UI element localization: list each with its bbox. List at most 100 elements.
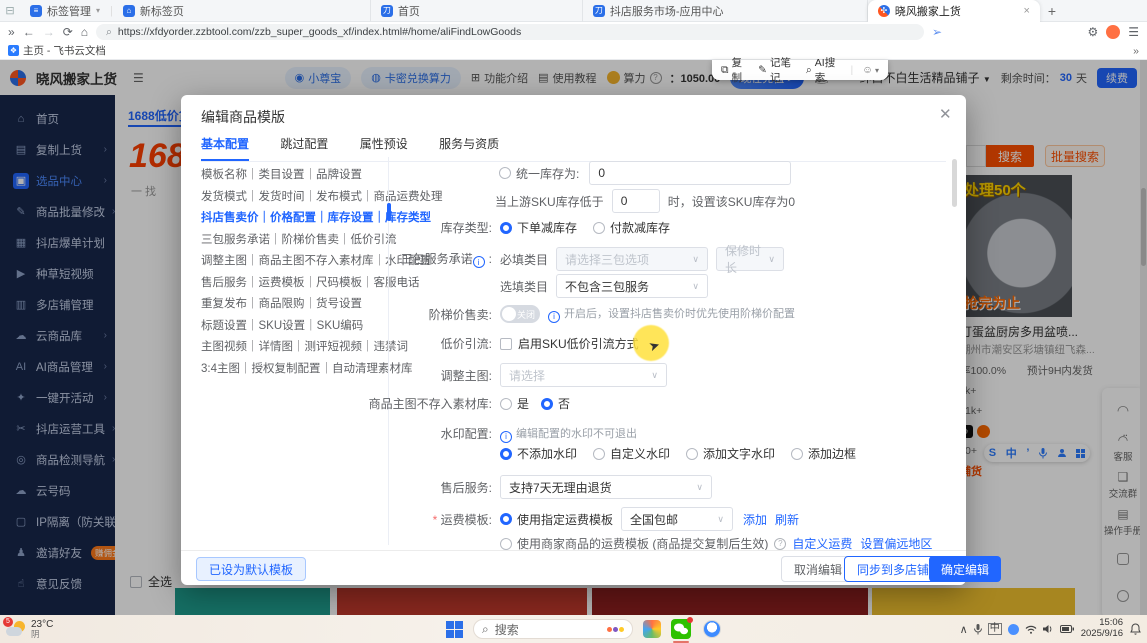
freight-merchant-radio[interactable] [500,538,512,550]
search-icon: ⌕ [482,622,489,637]
tray-sogou-icon[interactable] [1008,624,1019,635]
tab-close-icon[interactable]: × [1023,5,1029,17]
watermark-radio[interactable] [500,448,512,460]
add-freight-link[interactable]: 添加 [743,511,767,528]
modal-tab[interactable]: 跳过配置 [280,135,328,159]
tab-xiaofeng-active[interactable]: ✣ 晓风搬家上货 × [868,0,1040,22]
modal-menu-item[interactable]: 抖店售卖价｜价格配置｜库存设置｜库存类型 [201,208,383,230]
taskbar-weather[interactable]: 5 23°C 阴 [6,620,446,639]
watermark-option[interactable]: 不添加水印 [500,445,577,462]
search-icon: ⌕ [806,64,812,77]
modal-tab[interactable]: 属性预设 [360,135,408,159]
freight-row: * 运费模板: 使用指定运费模板 全国包邮∨ 添加 刷新 [393,507,799,531]
ladder-price-row: 阶梯价售卖: 关闭 i开启后，设置抖店售卖价时优先使用阶梯价配置 [393,305,795,323]
window-icon[interactable]: ⊟ [0,4,20,17]
new-tab-button[interactable]: + [1048,3,1056,19]
pencil-icon: ✎ [758,64,767,76]
modal-menu-item[interactable]: 模板名称｜类目设置｜品牌设置 [201,165,383,187]
wechat-taskbar-icon[interactable] [671,619,691,639]
bookmark-item[interactable]: ❖ 主页 - 飞书云文档 [8,43,123,58]
send-to-phone-icon[interactable]: ➢ [932,25,942,39]
start-button[interactable] [446,621,463,638]
tray-ime-icon[interactable]: 中 [988,623,1002,635]
freight-template-select[interactable]: 全国包邮∨ [621,507,733,531]
taskbar-search[interactable]: ⌕ 搜索 [473,619,633,639]
sync-multi-shop-button[interactable]: 同步到多店铺 [844,556,942,582]
after-sale-select[interactable]: 支持7天无理由退货∨ [500,475,712,499]
stock-type-pay-radio[interactable] [593,222,605,234]
tab-new[interactable]: ⌂ 新标签页 [113,0,371,22]
adjust-image-select[interactable]: 请选择∨ [500,363,667,387]
default-template-button[interactable]: 已设为默认模板 [196,557,306,581]
three-pack-row: 三包服务承诺i: 必填类目 请选择三包选项∨ 保修时长∨ [393,247,784,271]
unify-stock-radio[interactable] [499,167,511,179]
watermark-option[interactable]: 自定义水印 [593,445,670,462]
freight-specified-radio[interactable] [500,513,512,525]
watermark-option[interactable]: 添加边框 [791,445,856,462]
tray-battery-icon[interactable] [1060,625,1074,633]
refresh-freight-link[interactable]: 刷新 [775,511,799,528]
modal-menu-item[interactable]: 标题设置｜SKU设置｜SKU编码 [201,316,383,338]
modal-menu-item[interactable]: 发货模式｜发货时间｜发布模式｜商品运费处理 [201,187,383,209]
tray-volume-icon[interactable] [1043,624,1054,634]
info-icon: i [500,431,512,443]
modal-tab[interactable]: 基本配置 [201,135,249,161]
modal-scrollbar-thumb[interactable] [952,159,957,207]
tab-home[interactable]: 刀 首页 [371,0,583,22]
bookmarks-overflow-icon[interactable]: » [1133,45,1139,57]
reload-icon[interactable]: ⟳ [63,25,73,39]
unify-stock-row: 统一库存为: 0 [499,161,791,185]
tab-douyin-market[interactable]: 刀 抖店服务市场-应用中心 [583,0,868,22]
modal-section-menu: 模板名称｜类目设置｜品牌设置 发货模式｜发货时间｜发布模式｜商品运费处理 抖店售… [201,165,383,380]
modal-menu-item[interactable]: 三包服务承诺｜阶梯价售卖｜低价引流 [201,230,383,252]
weather-badge: 5 [3,617,13,627]
browser-menu-icon[interactable]: ☰ [1128,25,1139,39]
question-icon: ? [774,538,786,550]
tab-manager-button[interactable]: ≡ 标签管理 ▾ [20,0,110,22]
low-price-checkbox[interactable] [500,338,512,350]
profile-avatar[interactable] [1106,25,1120,39]
watermark-radio[interactable] [686,448,698,460]
warranty-select[interactable]: 保修时长∨ [716,247,784,271]
watermark-radio[interactable] [593,448,605,460]
ext-more-button[interactable]: ☺▾ [862,64,879,76]
watermark-radio[interactable] [791,448,803,460]
ladder-price-toggle[interactable]: 关闭 [500,305,540,323]
back-icon[interactable]: ← [23,25,35,39]
material-yes-radio[interactable] [500,398,512,410]
ai-search-button[interactable]: ⌕AI搜索 [806,55,842,85]
browser-taskbar-icon[interactable] [703,620,721,638]
modal-menu-item[interactable]: 重复发布｜商品限购｜货号设置 [201,294,383,316]
taskbar-app-icon[interactable] [643,620,661,638]
windows-taskbar: 5 23°C 阴 ⌕ 搜索 ∧ 中 [0,615,1147,643]
forward-icon[interactable]: → [43,25,55,39]
copy-button[interactable]: ⧉复制 [721,55,749,85]
extensions-icon[interactable]: ⚙ [1087,25,1098,39]
modal-menu-item[interactable]: 售后服务｜运费模板｜尺码模板｜客服电话 [201,273,383,295]
url-field[interactable]: ⌕ https://xfdyorder.zzbtool.com/zzb_supe… [96,24,924,40]
watermark-option[interactable]: 添加文字水印 [686,445,775,462]
three-pack-optional-select[interactable]: 不包含三包服务∨ [556,274,708,298]
note-button[interactable]: ✎记笔记 [758,55,797,85]
modal-tab[interactable]: 服务与资质 [439,135,499,159]
search-icon: ⌕ [106,26,112,39]
tray-notification-icon[interactable] [1130,623,1141,635]
home-icon: ⌂ [123,5,135,17]
stock-type-order-radio[interactable] [500,222,512,234]
home-button-icon[interactable]: ⌂ [81,25,88,39]
required-asterisk: * [433,513,441,527]
modal-close-icon[interactable]: ✕ [939,105,952,123]
tray-clock[interactable]: 15:06 2025/9/16 [1081,618,1123,640]
overflow-chevron-icon[interactable]: » [8,25,15,39]
modal-menu-item[interactable]: 主图视频｜详情图｜测评短视频｜违禁词 [201,337,383,359]
three-pack-required-select[interactable]: 请选择三包选项∨ [556,247,708,271]
tray-expand-icon[interactable]: ∧ [960,623,968,636]
modal-menu-item[interactable]: 3:4主图｜授权复制配置｜自动清理素材库 [201,359,383,381]
unify-stock-input[interactable]: 0 [589,161,791,185]
low-stock-input[interactable]: 0 [612,189,660,213]
tray-wifi-icon[interactable] [1025,625,1037,634]
modal-menu-item[interactable]: 调整主图｜商品主图不存入素材库｜水印配置 [201,251,383,273]
confirm-edit-button[interactable]: 确定编辑 [929,556,1001,582]
tray-mic-icon[interactable] [974,624,982,635]
material-no-radio[interactable] [541,398,553,410]
